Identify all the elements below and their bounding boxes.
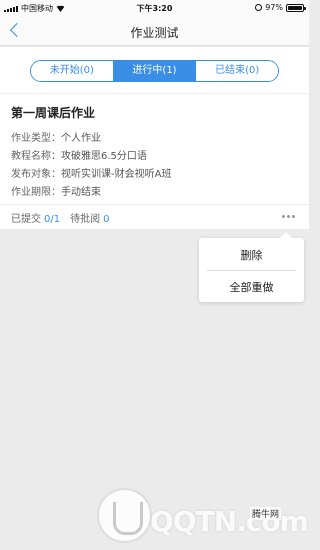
type-label: 作业类型： bbox=[11, 133, 61, 144]
tab-finished[interactable]: 已结束(0) bbox=[196, 61, 278, 81]
submitted-count: 0/1 bbox=[44, 214, 61, 225]
card-divider bbox=[0, 204, 309, 205]
more-options-icon[interactable] bbox=[282, 215, 295, 218]
more-options-menu: 删除 全部重做 bbox=[199, 232, 304, 302]
pending-count: 0 bbox=[103, 214, 110, 225]
watermark-site: 腾牛网 bbox=[250, 507, 282, 520]
battery-fill bbox=[288, 5, 302, 10]
tab-bar-area: 未开始(0) 进行中(1) 已结束(0) bbox=[0, 47, 309, 93]
tab-in-progress[interactable]: 进行中(1) bbox=[113, 61, 197, 81]
target-label: 发布对象： bbox=[11, 169, 61, 180]
status-tabs: 未开始(0) 进行中(1) 已结束(0) bbox=[30, 60, 279, 82]
info-target: 发布对象：视听实训课-财会视听A班 bbox=[11, 165, 171, 180]
alarm-icon bbox=[255, 4, 263, 11]
submitted-stat: 已提交 0/1 bbox=[11, 210, 60, 225]
deadline-value: 手动结束 bbox=[61, 187, 101, 198]
nav-bar: 作业测试 bbox=[0, 16, 309, 46]
info-course: 教程名称：攻破雅思6.5分口语 bbox=[11, 147, 147, 162]
status-right: 97% bbox=[255, 3, 306, 12]
target-value: 视听实训课-财会视听A班 bbox=[61, 169, 172, 180]
pending-label: 待批阅 bbox=[70, 214, 101, 225]
homework-card[interactable]: 第一周课后作业 作业类型：个人作业 教程名称：攻破雅思6.5分口语 发布对象：视… bbox=[0, 93, 309, 229]
card-footer: 已提交 0/1 待批阅 0 bbox=[11, 210, 109, 225]
type-value: 个人作业 bbox=[61, 133, 101, 144]
deadline-label: 作业期限： bbox=[11, 187, 61, 198]
battery-percent: 97% bbox=[265, 3, 283, 12]
submitted-label: 已提交 bbox=[11, 214, 41, 225]
delete-menu-item[interactable]: 删除 bbox=[199, 247, 304, 263]
page-title: 作业测试 bbox=[130, 26, 179, 40]
pending-stat: 待批阅 0 bbox=[70, 210, 109, 225]
battery-icon bbox=[286, 3, 306, 12]
watermark-text: QQTN.com bbox=[150, 505, 309, 538]
info-type: 作业类型：个人作业 bbox=[11, 129, 101, 144]
menu-divider bbox=[207, 270, 296, 271]
course-label: 教程名称： bbox=[11, 151, 61, 162]
course-value: 攻破雅思6.5分口语 bbox=[61, 151, 147, 162]
watermark-logo bbox=[97, 488, 152, 543]
redo-all-menu-item[interactable]: 全部重做 bbox=[199, 279, 304, 295]
homework-title: 第一周课后作业 bbox=[11, 106, 96, 120]
tab-not-started[interactable]: 未开始(0) bbox=[31, 61, 114, 81]
info-deadline: 作业期限：手动结束 bbox=[11, 183, 101, 198]
status-bar: 中国移动 下午3:20 97% bbox=[0, 0, 309, 16]
